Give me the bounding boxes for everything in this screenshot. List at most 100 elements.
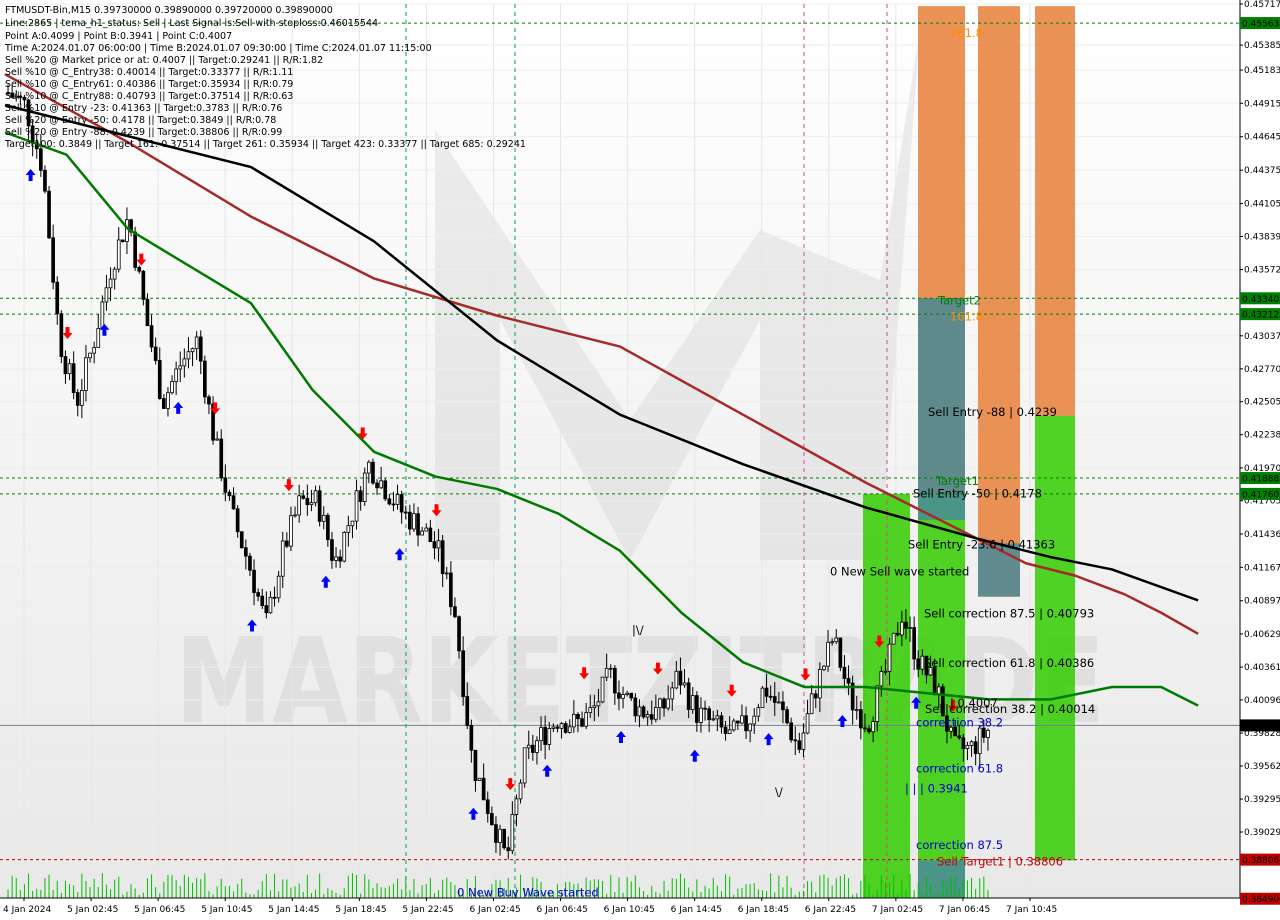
candle-body — [912, 627, 916, 660]
candle-body — [777, 701, 781, 704]
volume-bar — [380, 887, 382, 898]
volume-bar — [975, 889, 977, 898]
y-tick-label: 0.44645 — [1244, 133, 1280, 143]
volume-bar — [228, 885, 230, 898]
volume-bar — [807, 881, 809, 898]
volume-bar — [930, 884, 932, 898]
y-tick-label: 0.40096 — [1244, 696, 1280, 706]
candle-body — [157, 360, 162, 399]
candle-body — [256, 592, 260, 597]
volume-bar — [634, 875, 636, 898]
candle-body — [736, 720, 740, 724]
x-tick-label: 7 Jan 06:45 — [939, 905, 990, 915]
volume-bar — [889, 882, 891, 898]
volume-bar — [987, 889, 989, 898]
volume-bar — [831, 885, 833, 898]
candle-body — [457, 616, 461, 652]
candle-body — [137, 267, 142, 272]
volume-bar — [909, 873, 911, 898]
candle-body — [47, 190, 51, 239]
x-tick-label: 5 Jan 14:45 — [268, 905, 319, 915]
volume-bar — [692, 891, 694, 898]
volume-bar — [36, 888, 38, 898]
candle-body — [604, 667, 609, 678]
volume-bar — [118, 876, 120, 898]
volume-bar — [101, 873, 103, 898]
volume-bar — [848, 878, 850, 898]
candle-body — [125, 219, 129, 242]
candle-body — [219, 438, 224, 479]
candle-body — [740, 715, 744, 724]
volume-bar — [388, 885, 390, 898]
info-line: Sell %10 @ C_Entry61: 0.40386 || Target:… — [5, 79, 293, 90]
candle-body — [293, 514, 297, 517]
candle-body — [432, 541, 437, 549]
chart-annotation: 0 New Buy Wave started — [457, 885, 599, 899]
candle-body — [166, 392, 170, 409]
y-tick-label: 0.45717 — [1244, 0, 1280, 10]
chart: MARKETZITRADE 261.8Target2161.8Sell Entr… — [0, 0, 1280, 920]
price-label-text: 0.41760 — [1242, 490, 1279, 500]
chart-annotation: Target2 — [937, 293, 981, 307]
candle-body — [805, 713, 810, 734]
x-tick-label: 4 Jan 2024 — [3, 905, 51, 915]
candle-body — [367, 461, 371, 474]
volume-bar — [85, 880, 87, 898]
candle-body — [559, 723, 564, 729]
chart-annotation: 261.8 — [950, 26, 983, 40]
volume-bar — [134, 888, 136, 898]
volume-bar — [64, 880, 66, 898]
candle-body — [387, 498, 392, 505]
info-line: Time A:2024.01.07 06:00:00 | Time B:2024… — [4, 43, 432, 54]
volume-bar — [651, 886, 653, 898]
volume-bar — [880, 875, 882, 898]
target-zone — [978, 543, 1020, 597]
volume-bar — [105, 884, 107, 898]
candle-body — [842, 666, 847, 679]
volume-bar — [954, 876, 956, 898]
candle-body — [420, 530, 424, 536]
y-tick-label: 0.43037 — [1244, 332, 1280, 342]
chart-annotation: Sell Entry -50 | 0.4178 — [913, 487, 1042, 501]
volume-bar — [192, 882, 194, 898]
volume-bar — [89, 887, 91, 898]
candle-body — [900, 621, 904, 636]
volume-bar — [11, 875, 13, 898]
candle-body — [170, 381, 174, 394]
x-tick-label: 6 Jan 22:45 — [805, 905, 856, 915]
candle-body — [957, 735, 962, 739]
candle-body — [223, 477, 228, 493]
chart-annotation: Sell Entry -23.6 | 0.41363 — [908, 537, 1055, 551]
candle-body — [375, 482, 379, 489]
candle-body — [633, 697, 638, 717]
volume-bar — [925, 877, 927, 898]
volume-bar — [417, 893, 419, 898]
chart-annotation: 161.8 — [950, 310, 983, 324]
candle-body — [686, 682, 691, 710]
volume-bar — [327, 888, 329, 898]
x-tick-label: 6 Jan 18:45 — [738, 905, 789, 915]
candle-body — [412, 513, 416, 530]
candle-body — [502, 828, 506, 849]
volume-bar — [843, 874, 845, 898]
volume-bar — [962, 879, 964, 898]
volume-bar — [257, 889, 259, 898]
candle-body — [104, 287, 109, 303]
volume-bar — [725, 874, 727, 898]
volume-bar — [610, 874, 612, 898]
volume-bar — [716, 885, 718, 898]
candle-body — [453, 606, 457, 618]
candle-body — [727, 729, 732, 734]
candle-body — [424, 527, 429, 532]
volume-bar — [811, 881, 813, 898]
volume-bar — [32, 890, 34, 898]
candle-body — [141, 270, 146, 300]
volume-bar — [372, 887, 374, 898]
volume-bar — [786, 875, 788, 898]
volume-bar — [302, 891, 304, 898]
candle-body — [822, 665, 826, 671]
candle-body — [227, 491, 232, 497]
candle-body — [887, 643, 892, 672]
candle-body — [207, 396, 211, 405]
candle-body — [670, 687, 675, 700]
